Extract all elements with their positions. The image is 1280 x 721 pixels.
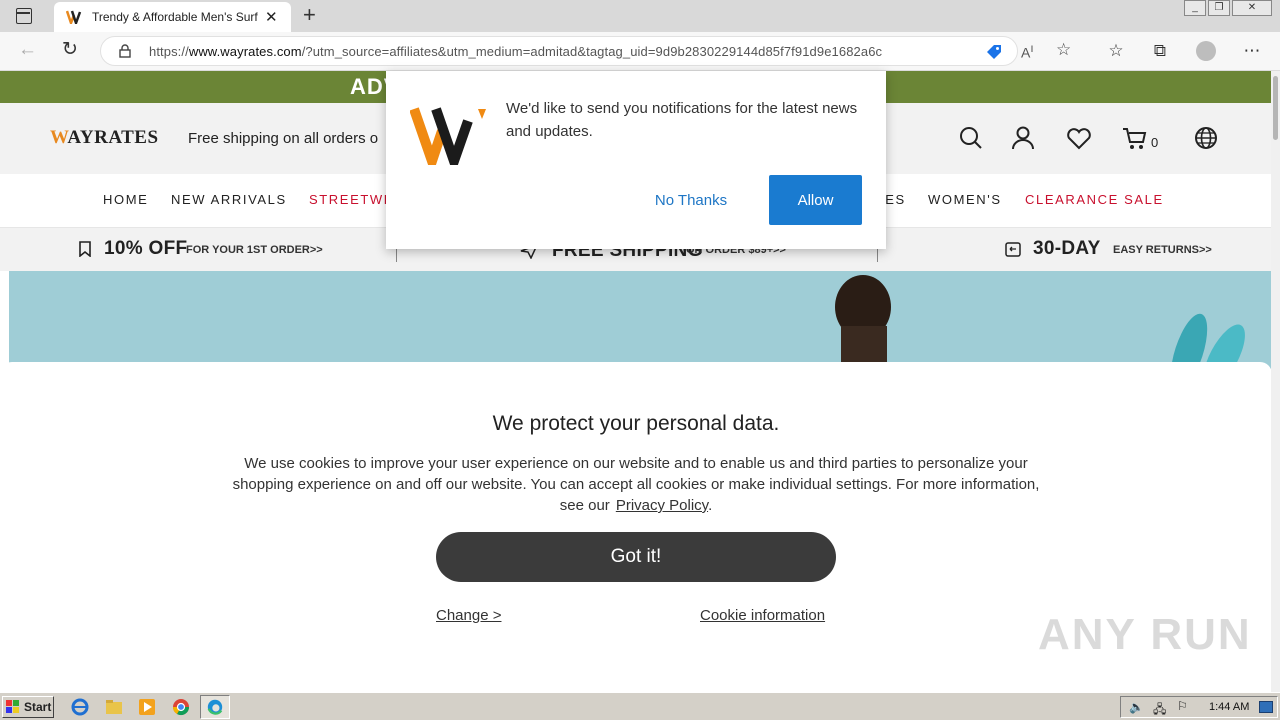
start-button[interactable]: Start [2,696,54,718]
site-logo[interactable]: WAYRATES [50,127,159,149]
account-icon[interactable] [1008,123,1038,153]
close-tab-icon[interactable]: ✕ [265,8,278,26]
wishlist-heart-icon[interactable] [1064,123,1094,153]
cart-icon[interactable] [1120,123,1150,153]
nav-womens[interactable]: WOMEN'S [928,192,1002,207]
url-path: /?utm_source=affiliates&utm_medium=admit… [301,44,883,59]
search-icon[interactable] [956,123,986,153]
add-favorite-icon[interactable]: ☆ [1056,40,1071,60]
action-center-flag-icon[interactable]: ⚐ [1177,699,1188,713]
back-icon[interactable]: ← [18,39,37,61]
new-tab-icon[interactable]: + [303,2,316,28]
windows-logo-icon [6,700,19,713]
url-text: https://www.wayrates.com/?utm_source=aff… [149,44,882,59]
tab-title: Trendy & Affordable Men's Surf [92,10,258,24]
free-shipping-text: Free shipping on all orders o [188,130,379,147]
restore-button[interactable]: ❐ [1208,0,1230,16]
hero-banner-image[interactable] [9,271,1271,371]
favorites-icon[interactable]: ☆ [1104,39,1128,63]
edge-taskbar-button[interactable] [200,695,230,719]
address-bar[interactable]: https://www.wayrates.com/?utm_source=aff… [100,36,1071,66]
network-icon[interactable]: 🖧 [1153,700,1166,721]
lock-icon[interactable] [119,44,131,58]
notification-message: We'd like to send you notifications for … [506,100,858,140]
system-tray: 🔈 🖧 ⚐ 1:44 AM [1120,696,1278,718]
start-label: Start [24,700,52,714]
got-it-button[interactable]: Got it! [436,532,836,582]
page-scrollbar[interactable] [1271,71,1280,692]
nav-streetwear[interactable]: STREETWE [309,192,394,207]
nav-new-arrivals[interactable]: NEW ARRIVALS [171,192,287,207]
notification-prompt: We'd like to send you notifications for … [386,71,886,249]
browser-toolbar: ← ↻ https://www.wayrates.com/?utm_source… [0,32,1280,71]
scrollbar-thumb[interactable] [1273,76,1278,140]
minimize-button[interactable]: _ [1184,0,1206,16]
nav-home[interactable]: HOME [103,192,148,207]
privacy-policy-link[interactable]: Privacy Policy [616,497,708,514]
profile-avatar[interactable] [1196,41,1216,61]
collections-icon[interactable]: ⧉ [1148,39,1172,63]
no-thanks-button[interactable]: No Thanks [636,175,746,225]
browser-tabstrip: Trendy & Affordable Men's Surf ✕ + _ ❐ ✕ [0,0,1280,32]
shopping-tag-icon[interactable] [985,43,1003,61]
browser-tab-active[interactable]: Trendy & Affordable Men's Surf ✕ [54,2,291,32]
cookie-body-end: . [708,497,713,514]
logo-w: W [50,127,68,148]
chrome-icon[interactable] [171,697,191,717]
model-photo [835,275,891,371]
site-favicon-icon [66,10,82,24]
perk-returns-title[interactable]: 30-DAY [1033,238,1101,260]
logo-text: AYRATES [67,127,159,148]
more-options-icon[interactable]: ⋯ [1240,39,1264,63]
ie-icon[interactable] [70,697,90,717]
refresh-icon[interactable]: ↻ [62,38,78,61]
cookie-body: We use cookies to improve your user expe… [220,453,1052,516]
allow-button[interactable]: Allow [769,175,862,225]
language-globe-icon[interactable] [1191,123,1221,153]
url-host: www.wayrates.com [188,44,302,59]
change-settings-link[interactable]: Change > [436,607,501,624]
read-aloud-icon[interactable]: Aı [1021,42,1034,61]
close-window-button[interactable]: ✕ [1232,0,1272,16]
wayrates-logo-icon [410,107,486,165]
cookie-information-link[interactable]: Cookie information [700,607,825,624]
perk-returns-sub[interactable]: EASY RETURNS>> [1113,244,1212,256]
anyrun-watermark: ANY RUN [1038,610,1252,659]
return-box-icon [1005,242,1021,257]
url-prefix: https:// [149,44,189,59]
nav-clearance-sale[interactable]: CLEARANCE SALE [1025,192,1164,207]
volume-icon[interactable]: 🔈 [1129,700,1144,714]
bookmark-icon [79,241,91,257]
perk-discount-title[interactable]: 10% OFF [104,238,187,260]
os-taskbar: Start 🔈 🖧 ⚐ 1:44 AM [0,692,1280,720]
folder-icon[interactable] [104,697,124,717]
cart-count: 0 [1151,135,1159,150]
tab-actions-icon[interactable] [16,8,32,24]
perk-discount-sub[interactable]: FOR YOUR 1ST ORDER>> [186,244,323,256]
cookie-title: We protect your personal data. [492,412,780,435]
taskbar-clock: 1:44 AM [1209,701,1250,713]
show-desktop-icon[interactable] [1259,701,1273,713]
edge-icon [207,699,223,715]
media-player-icon[interactable] [137,697,157,717]
